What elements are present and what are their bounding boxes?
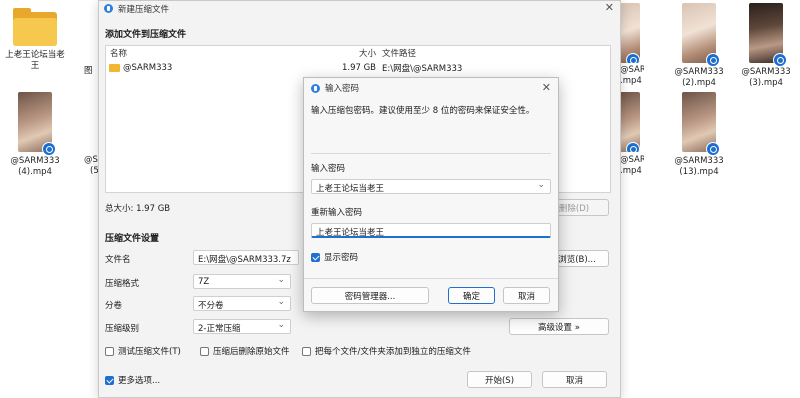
dialog-description: 输入压缩包密码。建议使用至少 8 位的密码来保证安全性。 (311, 106, 535, 116)
app-icon (104, 4, 113, 13)
checkbox-box (302, 346, 311, 356)
video-thumbnail-icon (749, 3, 787, 67)
video-thumbnail-icon (18, 92, 56, 156)
column-name[interactable]: 名称 (106, 47, 306, 59)
dialog-cancel-button[interactable]: 取消 (503, 287, 550, 304)
desktop-video-2[interactable]: @SARM333 (2).mp4 (668, 3, 730, 89)
reenter-password-field[interactable]: 上老王论坛当老王 (311, 223, 551, 238)
dialog-title: 输入密码 (325, 84, 360, 94)
desktop-video-label: @SARM333 (4).mp4 (10, 156, 60, 177)
desktop-folder-label: 上老王论坛当老王 (5, 50, 65, 71)
volume-select[interactable]: 不分卷 ⌄ (193, 296, 291, 311)
partial-label: @SARM333 (620, 155, 644, 165)
desktop-video-3[interactable]: @SARM333 (3).mp4 (735, 3, 797, 89)
desktop-video-label: @SARM333 (3).mp4 (741, 67, 791, 88)
window-title: 新建压缩文件 (118, 4, 170, 15)
checkbox-label: 压缩后删除原始文件 (213, 347, 290, 357)
delete-source-checkbox[interactable]: 压缩后删除原始文件 (200, 345, 290, 357)
cancel-button[interactable]: 取消 (542, 371, 607, 388)
checkbox-box (200, 346, 209, 356)
filename-field[interactable]: E:\网盘\@SARM333.7z (193, 250, 299, 265)
close-icon[interactable]: ✕ (605, 1, 614, 14)
divider (311, 153, 551, 154)
row-size: 1.97 GB (341, 62, 376, 73)
dialog-titlebar[interactable]: 输入密码 (304, 78, 558, 98)
video-thumbnail-icon (682, 3, 720, 67)
ok-button[interactable]: 确定 (448, 287, 495, 304)
column-path[interactable]: 文件路径 (376, 47, 416, 59)
reenter-password-label: 重新输入密码 (311, 208, 363, 218)
password-field[interactable]: 上老王论坛当老王 ⌄ (311, 179, 551, 194)
format-label: 压缩格式 (105, 279, 140, 289)
app-icon (311, 83, 320, 93)
folder-icon (109, 63, 120, 72)
desktop-video-partial-1[interactable] (620, 3, 640, 63)
close-icon[interactable]: ✕ (542, 81, 551, 94)
divider (304, 278, 558, 279)
volume-value: 不分卷 (198, 301, 224, 311)
advanced-settings-button[interactable]: 高级设置 » (509, 318, 609, 335)
reenter-password-value: 上老王论坛当老王 (316, 228, 385, 238)
separate-archive-checkbox[interactable]: 把每个文件/文件夹添加到独立的压缩文件 (302, 345, 471, 357)
partial-label: .mp4 (620, 166, 642, 176)
checkbox-label: 显示密码 (324, 253, 359, 263)
chevron-down-icon: ⌄ (277, 275, 285, 285)
desktop-video-partial-2[interactable] (620, 92, 640, 152)
total-size: 总大小: 1.97 GB (105, 204, 171, 214)
checkbox-checked (105, 375, 114, 385)
chevron-down-icon[interactable]: ⌄ (537, 180, 545, 190)
desktop-video-13[interactable]: @SARM333 (13).mp4 (668, 92, 730, 178)
section-archive-settings: 压缩文件设置 (105, 234, 160, 244)
folder-icon (13, 8, 57, 46)
desktop-video-label: @SARM333 (13).mp4 (674, 156, 724, 177)
password-value: 上老王论坛当老王 (316, 184, 385, 194)
checkbox-label: 测试压缩文件(T) (118, 347, 181, 357)
video-thumbnail-icon (620, 92, 640, 152)
checkbox-label: 把每个文件/文件夹添加到独立的压缩文件 (315, 347, 471, 357)
chevron-down-icon: ⌄ (277, 297, 285, 307)
section-add-files: 添加文件到压缩文件 (105, 30, 187, 40)
checkbox-label: 更多选项... (118, 376, 161, 386)
checkbox-box (105, 346, 114, 356)
more-options-checkbox[interactable]: 更多选项... (105, 374, 160, 386)
partial-label: @SARM333 (620, 65, 644, 75)
partial-label: @S (84, 155, 98, 165)
password-label: 输入密码 (311, 164, 346, 174)
partial-label: .mp4 (620, 76, 642, 86)
row-path: E:\网盘\@SARM333 (382, 63, 463, 74)
level-value: 2-正常压缩 (198, 324, 241, 334)
desktop-video-label: @SARM333 (2).mp4 (674, 67, 724, 88)
filename-label: 文件名 (105, 255, 131, 265)
format-select[interactable]: 7Z ⌄ (193, 274, 291, 289)
list-header: 名称 大小 文件路径 (106, 46, 610, 60)
volume-label: 分卷 (105, 301, 123, 311)
chevron-down-icon: ⌄ (277, 320, 285, 330)
table-row[interactable]: @SARM333 1.97 GB E:\网盘\@SARM333 (106, 60, 610, 75)
column-size[interactable]: 大小 (306, 47, 376, 59)
desktop-video-4[interactable]: @SARM333 (4).mp4 (4, 92, 66, 178)
password-manager-button[interactable]: 密码管理器... (311, 287, 429, 304)
password-dialog: 输入密码 ✕ 输入压缩包密码。建议使用至少 8 位的密码来保证安全性。 输入密码… (303, 77, 559, 312)
format-value: 7Z (198, 277, 210, 287)
video-thumbnail-icon (620, 3, 640, 63)
checkbox-checked (311, 252, 320, 262)
video-thumbnail-icon (682, 92, 720, 156)
row-name: @SARM333 (123, 62, 173, 73)
window-titlebar[interactable]: 新建压缩文件 (99, 1, 620, 16)
level-label: 压缩级别 (105, 324, 140, 334)
start-button[interactable]: 开始(S) (467, 371, 532, 388)
partial-label: 图 (84, 66, 93, 76)
show-password-checkbox[interactable]: 显示密码 (311, 251, 358, 263)
level-select[interactable]: 2-正常压缩 ⌄ (193, 319, 291, 334)
test-archive-checkbox[interactable]: 测试压缩文件(T) (105, 345, 181, 357)
filename-value: E:\网盘\@SARM333.7z (198, 255, 291, 265)
desktop-folder[interactable]: 上老王论坛当老王 (4, 8, 66, 72)
